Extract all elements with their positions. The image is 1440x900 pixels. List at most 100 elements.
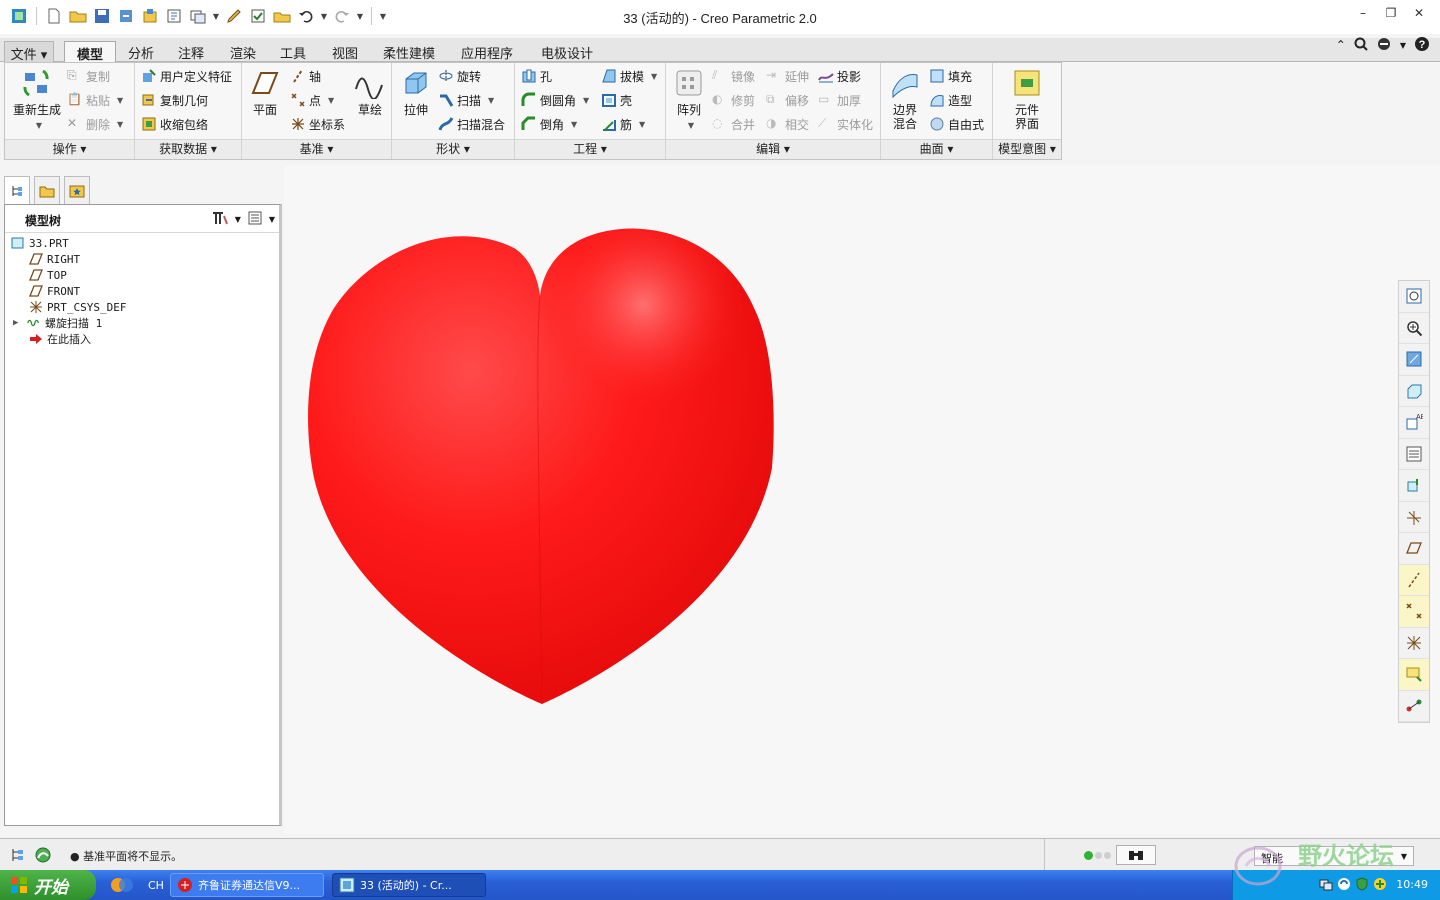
community-dropdown-icon[interactable]: ▼ xyxy=(1400,41,1406,50)
shell-button[interactable]: 壳 xyxy=(601,89,632,111)
tree-item-part[interactable]: 33.PRT xyxy=(11,235,69,251)
tree-show-dropdown-icon[interactable]: ▼ xyxy=(269,215,275,224)
offset-button[interactable]: ⧉ 偏移 xyxy=(766,89,809,111)
heart-model[interactable] xyxy=(304,228,784,708)
quick-launch-icon[interactable] xyxy=(110,875,134,898)
solidify-button[interactable]: ⟋ 实体化 xyxy=(818,113,873,135)
zoom-in-icon[interactable] xyxy=(1399,313,1429,344)
group-label-datum[interactable]: 基准 ▾ xyxy=(242,139,391,159)
fill-button[interactable]: 填充 xyxy=(929,65,972,87)
plane-display-icon[interactable] xyxy=(1399,533,1429,565)
help-icon[interactable]: ? xyxy=(1414,36,1430,55)
spin-icon[interactable] xyxy=(1399,691,1429,722)
style-button[interactable]: 造型 xyxy=(929,89,972,111)
saved-orientations-icon[interactable] xyxy=(1399,376,1429,407)
task-creo[interactable]: 33 (活动的) - Cr... xyxy=(332,873,486,897)
extend-button[interactable]: ⇥ 延伸 xyxy=(766,65,809,87)
tab-electrode-design[interactable]: 电极设计 xyxy=(530,41,604,62)
start-button[interactable]: 开始 xyxy=(0,870,96,900)
group-label-model-intent[interactable]: 模型意图 ▾ xyxy=(993,139,1061,159)
tree-show-icon[interactable] xyxy=(247,210,263,229)
tree-item-top[interactable]: TOP xyxy=(29,267,67,283)
tab-analysis[interactable]: 分析 xyxy=(118,41,164,62)
spin-center-icon[interactable] xyxy=(1399,502,1429,533)
tab-applications[interactable]: 应用程序 xyxy=(450,41,524,62)
tab-model[interactable]: 模型 xyxy=(64,41,116,63)
datum-point-button[interactable]: 点 ▼ xyxy=(290,89,334,111)
perspective-icon[interactable] xyxy=(1399,470,1429,502)
revolve-button[interactable]: 旋转 xyxy=(438,65,481,87)
tab-flexible-modeling[interactable]: 柔性建模 xyxy=(372,41,446,62)
sweep-button[interactable]: 扫描 ▼ xyxy=(438,89,494,111)
tree-item-insert-here[interactable]: 在此插入 xyxy=(29,331,91,347)
task-tongdaxin[interactable]: 齐鲁证券通达信V9... xyxy=(170,873,324,897)
tray-icons[interactable] xyxy=(1319,877,1387,891)
restore-icon[interactable]: ❐ xyxy=(1384,6,1398,20)
expand-arrow-icon[interactable]: ▶ xyxy=(13,318,23,328)
trim-button[interactable]: ◐ 修剪 xyxy=(712,89,755,111)
group-label-get-data[interactable]: 获取数据 ▾ xyxy=(135,139,241,159)
refit-icon[interactable] xyxy=(1399,281,1429,313)
udf-button[interactable]: 用户定义特征 xyxy=(141,65,232,87)
tree-item-csys[interactable]: PRT_CSYS_DEF xyxy=(29,299,126,315)
zoom-out-icon[interactable] xyxy=(1399,344,1429,376)
swept-blend-button[interactable]: 扫描混合 xyxy=(438,113,505,135)
round-button[interactable]: 倒圆角 ▼ xyxy=(521,89,589,111)
annotation-display-icon[interactable] xyxy=(1399,659,1429,691)
extrude-button[interactable]: 拉伸 xyxy=(396,67,436,117)
intersect-button[interactable]: ◑ 相交 xyxy=(766,113,809,135)
paste-button[interactable]: 📋 粘贴 ▼ xyxy=(67,89,123,111)
named-views-icon[interactable]: AB xyxy=(1399,407,1429,439)
group-label-engineering[interactable]: 工程 ▾ xyxy=(515,139,665,159)
rib-button[interactable]: 筋 ▼ xyxy=(601,113,645,135)
sketch-button[interactable]: 草绘 xyxy=(350,67,390,117)
point-display-icon[interactable] xyxy=(1399,596,1429,628)
mirror-button[interactable]: ⫽ 镜像 xyxy=(712,65,755,87)
tab-model-tree[interactable] xyxy=(4,176,30,204)
merge-button[interactable]: ◌ 合并 xyxy=(712,113,755,135)
datum-csys-button[interactable]: 坐标系 xyxy=(290,113,345,135)
shrinkwrap-button[interactable]: 收缩包络 xyxy=(141,113,208,135)
draft-button[interactable]: 拔模 ▼ xyxy=(601,65,657,87)
csys-display-icon[interactable] xyxy=(1399,628,1429,659)
axis-display-icon[interactable] xyxy=(1399,564,1429,596)
copy-button[interactable]: ⎘ 复制 xyxy=(67,65,110,87)
tab-annotate[interactable]: 注释 xyxy=(168,41,214,62)
freestyle-button[interactable]: 自由式 xyxy=(929,113,984,135)
regeneration-status-icon[interactable] xyxy=(1084,851,1111,860)
group-label-shapes[interactable]: 形状 ▾ xyxy=(392,139,514,159)
tree-item-right[interactable]: RIGHT xyxy=(29,251,80,267)
tree-item-helical-sweep[interactable]: ▶ 螺旋扫描 1 xyxy=(13,315,102,331)
project-button[interactable]: 投影 xyxy=(818,65,861,87)
delete-button[interactable]: ✕ 删除 ▼ xyxy=(67,113,123,135)
tree-settings-dropdown-icon[interactable]: ▼ xyxy=(235,215,241,224)
minimize-icon[interactable]: – xyxy=(1356,6,1370,20)
show-browser-icon[interactable] xyxy=(34,846,52,867)
component-interface-button[interactable]: 元件 界面 xyxy=(1001,67,1053,131)
thicken-button[interactable]: ▭ 加厚 xyxy=(818,89,861,111)
show-navigator-icon[interactable] xyxy=(10,847,26,866)
copy-geometry-button[interactable]: 复制几何 xyxy=(141,89,208,111)
regenerate-button[interactable]: 重新生成 ▼ xyxy=(9,67,65,133)
tab-file[interactable]: 文件 ▾ xyxy=(4,41,54,63)
tree-settings-icon[interactable] xyxy=(211,210,229,229)
find-icon[interactable] xyxy=(1116,845,1156,865)
selection-filter[interactable]: 智能 ▼ xyxy=(1254,846,1414,866)
pattern-button[interactable]: 阵列 ▼ xyxy=(670,67,708,133)
language-indicator[interactable]: CH xyxy=(148,879,164,892)
datum-plane-button[interactable]: 平面 xyxy=(246,67,284,117)
datum-axis-button[interactable]: 轴 xyxy=(290,65,321,87)
tab-view[interactable]: 视图 xyxy=(322,41,368,62)
close-icon[interactable]: ✕ xyxy=(1412,6,1426,20)
chamfer-button[interactable]: 倒角 ▼ xyxy=(521,113,577,135)
view-manager-icon[interactable] xyxy=(1399,439,1429,470)
community-icon[interactable] xyxy=(1376,37,1392,54)
hole-button[interactable]: 孔 xyxy=(521,65,552,87)
tab-folder-browser[interactable] xyxy=(34,176,60,204)
search-icon[interactable] xyxy=(1354,37,1368,54)
boundary-blend-button[interactable]: 边界 混合 xyxy=(885,67,925,131)
group-label-editing[interactable]: 编辑 ▾ xyxy=(666,139,880,159)
graphics-window[interactable] xyxy=(284,166,1440,834)
minimize-ribbon-icon[interactable]: ⌃ xyxy=(1336,38,1346,52)
group-label-surfaces[interactable]: 曲面 ▾ xyxy=(881,139,992,159)
